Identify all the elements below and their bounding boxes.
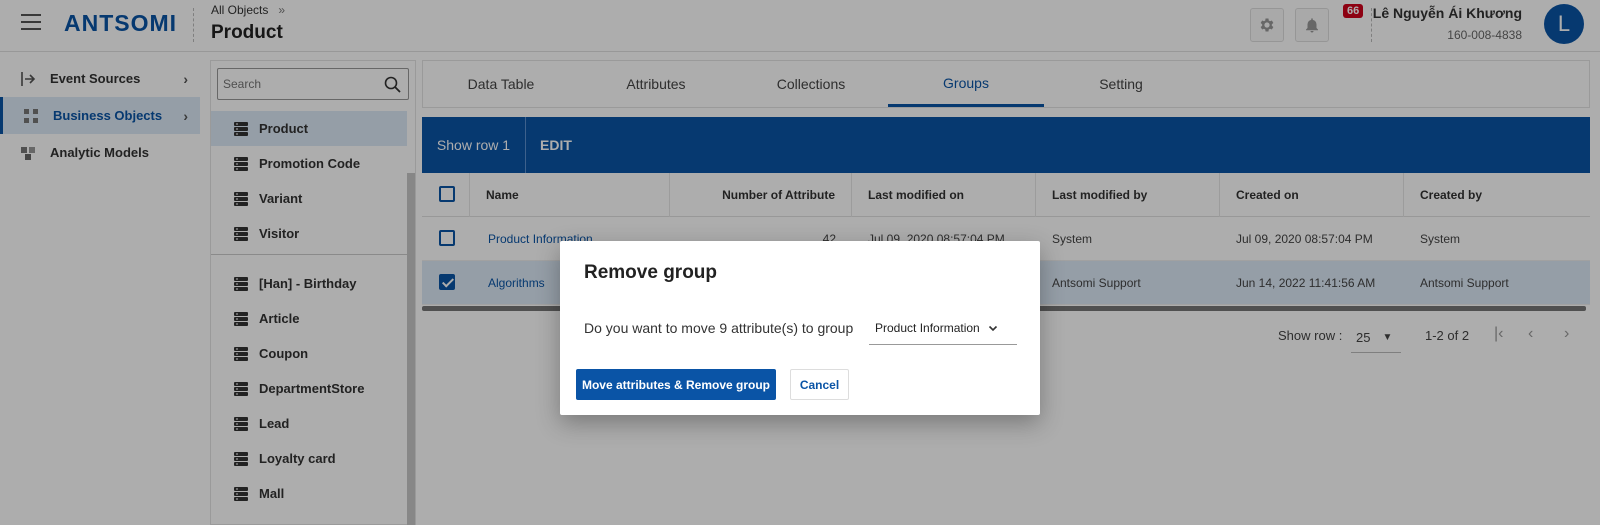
remove-group-dialog: Remove group Do you want to move 9 attri…: [560, 241, 1040, 415]
chevron-down-icon: [988, 325, 997, 331]
dialog-message: Do you want to move 9 attribute(s) to gr…: [584, 320, 854, 336]
cancel-button[interactable]: Cancel: [790, 369, 849, 400]
dialog-title: Remove group: [584, 262, 718, 283]
target-group-select[interactable]: Product Information: [869, 311, 1017, 345]
move-and-remove-button[interactable]: Move attributes & Remove group: [576, 369, 776, 400]
target-group-value: Product Information: [875, 320, 980, 335]
